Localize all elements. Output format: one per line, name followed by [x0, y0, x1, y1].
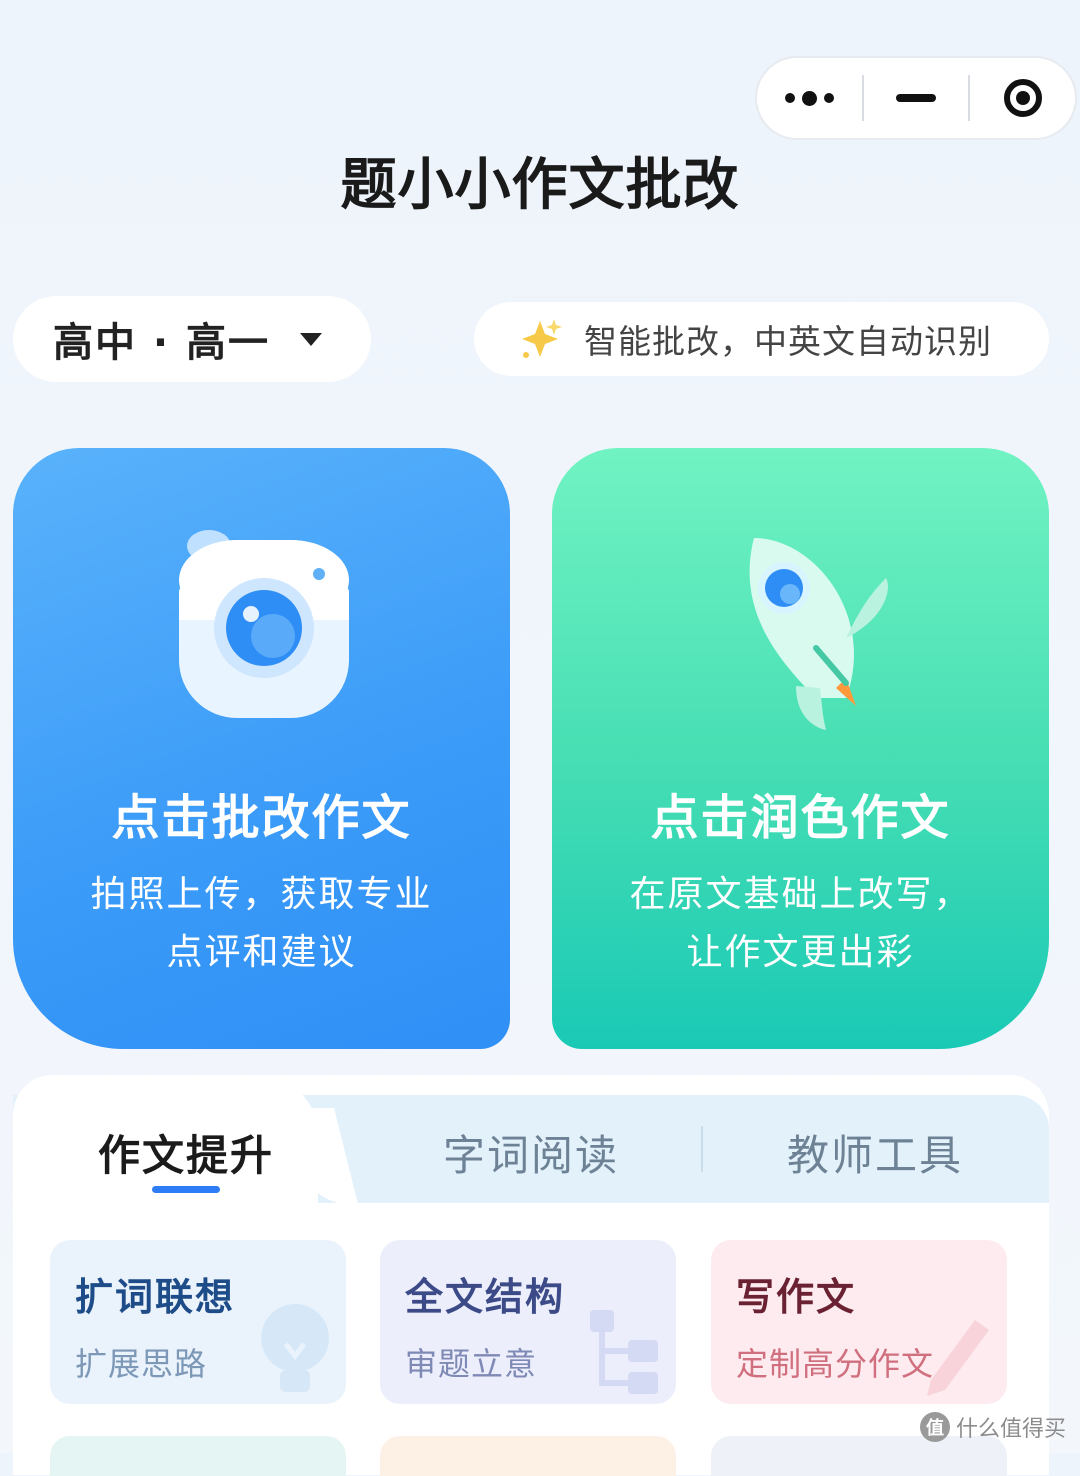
- polish-essay-desc: 在原文基础上改写，让作文更出彩: [629, 874, 972, 973]
- grade-essay-desc: 拍照上传，获取专业点评和建议: [90, 874, 433, 973]
- watermark-badge: 值: [919, 1412, 950, 1442]
- tool-write-essay[interactable]: 写作文 定制高分作文: [711, 1240, 1007, 1404]
- mini-program-capsule: [755, 56, 1077, 140]
- polish-essay-title: 点击润色作文: [650, 790, 951, 846]
- sparkle-icon: [522, 319, 562, 358]
- tool-full-structure[interactable]: 全文结构 审题立意: [380, 1240, 676, 1404]
- close-button[interactable]: [970, 58, 1075, 138]
- tool-word-expansion[interactable]: 扩词联想 扩展思路: [50, 1240, 346, 1404]
- site-watermark: 值 什么值得买: [919, 1411, 1066, 1443]
- watermark-text: 什么值得买: [955, 1417, 1066, 1442]
- grade-essay-card[interactable]: 点击批改作文 拍照上传，获取专业点评和建议: [13, 448, 510, 1049]
- pen-icon: [927, 1320, 989, 1396]
- tool-tile-next[interactable]: [380, 1436, 676, 1476]
- tab-divider: [701, 1126, 703, 1172]
- grade-selector-value: 高中 · 高一: [53, 320, 271, 366]
- target-close-icon: [1003, 79, 1042, 117]
- polish-essay-card[interactable]: 点击润色作文 在原文基础上改写，让作文更出彩: [552, 448, 1049, 1049]
- more-button[interactable]: [757, 58, 862, 138]
- grade-selector[interactable]: 高中 · 高一: [13, 296, 371, 382]
- rocket-icon: [552, 518, 1049, 748]
- minimize-icon: [896, 94, 936, 102]
- feature-tip-text: 智能批改，中英文自动识别: [584, 322, 992, 361]
- structure-icon: [590, 1310, 658, 1394]
- tab-essay-improve[interactable]: 作文提升: [98, 1122, 274, 1183]
- tab-word-reading[interactable]: 字词阅读: [443, 1122, 619, 1183]
- grade-essay-title: 点击批改作文: [111, 790, 412, 846]
- page-title: 题小小作文批改: [340, 153, 740, 218]
- minimize-button[interactable]: [864, 58, 969, 138]
- tool-tile-next[interactable]: [50, 1436, 346, 1476]
- feature-tip: 智能批改，中英文自动识别: [474, 302, 1049, 376]
- tab-teacher-tools[interactable]: 教师工具: [787, 1122, 963, 1183]
- lightbulb-icon: [261, 1304, 329, 1392]
- active-tab-indicator: [152, 1186, 220, 1193]
- caret-down-icon: [300, 332, 323, 346]
- camera-icon: [13, 518, 510, 748]
- more-dots-icon: [784, 90, 834, 106]
